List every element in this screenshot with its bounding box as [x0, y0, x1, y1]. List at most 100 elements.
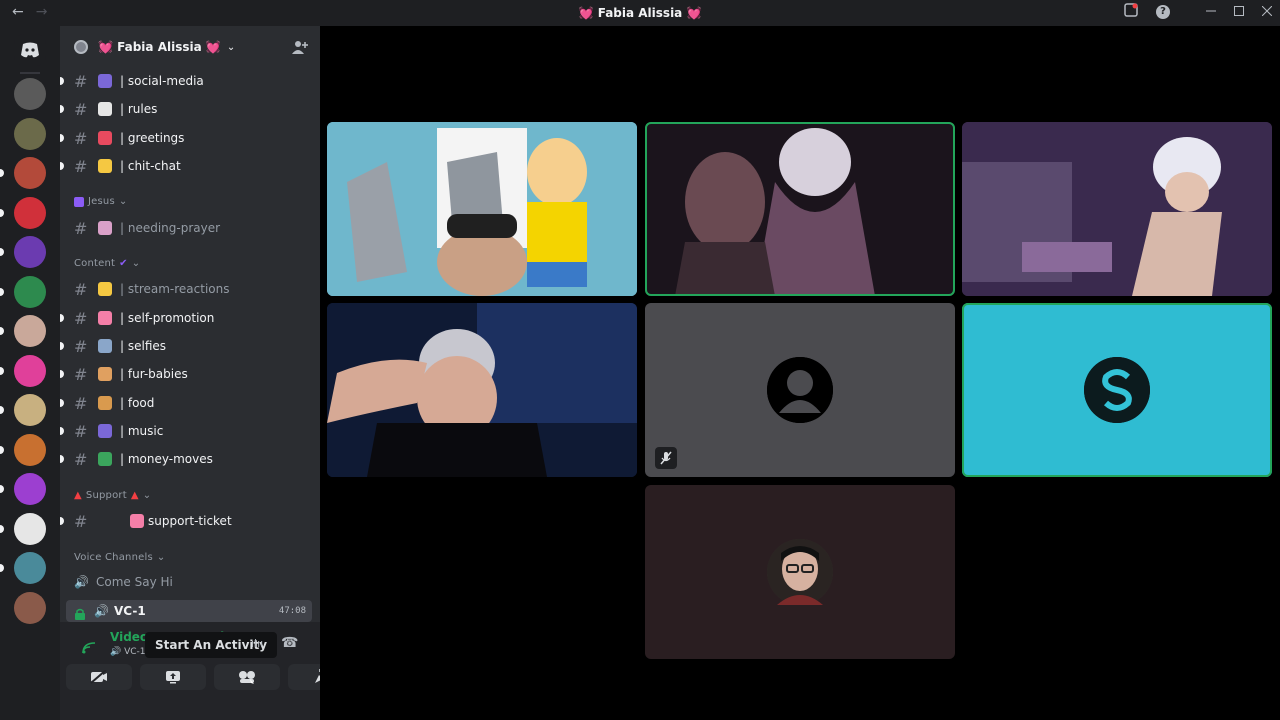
- channel-label: | stream-reactions: [120, 282, 230, 296]
- help-icon[interactable]: ?: [1156, 5, 1170, 19]
- channel-label: support-ticket: [148, 514, 232, 528]
- hash-icon: #: [74, 156, 88, 176]
- channel-emoji-icon: [98, 452, 112, 466]
- channel-label: | selfies: [120, 339, 167, 353]
- voice-channel[interactable]: 🔊 Come Say Hi: [66, 571, 312, 593]
- channel-emoji-icon: [98, 74, 112, 88]
- siren-icon: ▲: [74, 490, 82, 501]
- server-boost-icon: [74, 40, 88, 54]
- activity-button[interactable]: [214, 664, 280, 690]
- signal-icon[interactable]: [82, 639, 96, 658]
- channel-label: | rules: [120, 102, 158, 116]
- voice-waveform-icon[interactable]: ılıı: [251, 637, 263, 650]
- title-bar: ← → 💓 Fabia Alissia 💓 ?: [0, 0, 1280, 26]
- video-stream-tile[interactable]: [645, 122, 955, 296]
- text-channel[interactable]: # | rules: [60, 96, 312, 122]
- unread-indicator: [60, 134, 64, 142]
- text-channel[interactable]: # | stream-reactions: [60, 276, 312, 302]
- video-grid: [320, 26, 1280, 720]
- server-icon[interactable]: [14, 552, 46, 584]
- channel-emoji-icon: [98, 367, 112, 381]
- voice-channel[interactable]: 🔊 VC-1 47:08: [66, 600, 312, 622]
- server-icon[interactable]: [14, 117, 46, 150]
- server-icon[interactable]: [14, 433, 46, 466]
- inbox-icon[interactable]: [1124, 3, 1138, 21]
- category-label: Content: [74, 258, 116, 269]
- category-content[interactable]: Content ✔ ⌄: [74, 258, 140, 269]
- unread-indicator: [0, 366, 4, 375]
- server-icon[interactable]: [14, 236, 46, 268]
- maximize-icon[interactable]: [1234, 5, 1244, 20]
- channel-emoji-icon: [98, 221, 112, 235]
- category-label: Voice Channels: [74, 552, 153, 563]
- text-channel[interactable]: # | self-promotion: [60, 305, 312, 331]
- unread-indicator: [0, 169, 4, 177]
- voice-channel-label: Come Say Hi: [96, 575, 173, 589]
- server-icon[interactable]: [14, 275, 46, 308]
- category-voice[interactable]: Voice Channels ⌄: [74, 552, 165, 563]
- unread-indicator: [0, 564, 4, 572]
- text-channel[interactable]: # | fur-babies: [60, 361, 312, 387]
- unread-indicator: [0, 248, 4, 256]
- category-jesus[interactable]: Jesus ⌄: [74, 196, 127, 207]
- text-channel[interactable]: # | chit-chat: [60, 153, 312, 179]
- server-icon[interactable]: [14, 394, 46, 426]
- minimize-icon[interactable]: [1206, 5, 1216, 20]
- server-icon[interactable]: [14, 591, 46, 624]
- server-icon[interactable]: [14, 512, 46, 545]
- hash-icon: #: [74, 71, 88, 91]
- text-channel[interactable]: # | money-moves: [60, 446, 312, 472]
- text-channel[interactable]: # | social-media: [60, 68, 312, 94]
- hash-icon: #: [74, 421, 88, 441]
- video-stream-tile[interactable]: [327, 122, 637, 296]
- server-icon[interactable]: [14, 196, 46, 229]
- video-feed: [327, 303, 637, 477]
- participant-tile[interactable]: [645, 485, 955, 659]
- text-channel[interactable]: # | needing-prayer: [60, 215, 312, 241]
- channel-label: | social-media: [120, 74, 204, 88]
- server-icon[interactable]: [14, 473, 46, 505]
- camera-off-button[interactable]: [66, 664, 132, 690]
- discord-home-icon[interactable]: [14, 34, 46, 66]
- unread-indicator: [0, 445, 4, 454]
- participant-tile[interactable]: [645, 303, 955, 477]
- unread-indicator: [0, 327, 4, 335]
- text-channel[interactable]: # | selfies: [60, 333, 312, 359]
- server-icon[interactable]: [14, 157, 46, 189]
- video-feed: [327, 122, 637, 296]
- channel-emoji-icon: [98, 424, 112, 438]
- rail-separator: [20, 72, 40, 74]
- unread-indicator: [0, 485, 4, 493]
- text-channel[interactable]: # support-ticket: [60, 508, 312, 534]
- window-controls: ?: [1124, 3, 1273, 21]
- category-support[interactable]: ▲ Support ▲ ⌄: [74, 490, 151, 501]
- server-icon[interactable]: [14, 315, 46, 347]
- channel-label: | chit-chat: [120, 159, 181, 173]
- unread-indicator: [0, 208, 4, 217]
- camera-off-icon: [90, 670, 107, 684]
- screen-share-button[interactable]: [140, 664, 206, 690]
- channel-emoji-icon: [98, 159, 112, 173]
- server-icon[interactable]: [14, 78, 46, 110]
- server-icon[interactable]: [14, 354, 46, 387]
- channel-label: | greetings: [120, 131, 185, 145]
- call-duration: 47:08: [278, 606, 306, 616]
- disconnect-icon[interactable]: ☎: [281, 635, 298, 651]
- check-icon: ✔: [119, 258, 128, 269]
- text-channel[interactable]: # | greetings: [60, 125, 312, 151]
- text-channel[interactable]: # | music: [60, 418, 312, 444]
- server-rail: [0, 26, 60, 720]
- close-icon[interactable]: [1261, 5, 1273, 20]
- server-header[interactable]: 💓 Fabia Alissia 💓 ⌄: [60, 26, 320, 68]
- video-stream-tile[interactable]: [962, 122, 1272, 296]
- video-stream-tile[interactable]: [327, 303, 637, 477]
- hash-icon: #: [74, 128, 88, 148]
- chevron-down-icon: ⌄: [226, 41, 236, 53]
- channel-emoji-icon: [98, 282, 112, 296]
- add-member-icon[interactable]: [292, 39, 308, 59]
- unread-indicator: [60, 370, 64, 378]
- channel-emoji-icon: [98, 131, 112, 145]
- text-channel[interactable]: # | food: [60, 390, 312, 416]
- screen-share-icon: [166, 671, 180, 684]
- participant-tile[interactable]: [962, 303, 1272, 477]
